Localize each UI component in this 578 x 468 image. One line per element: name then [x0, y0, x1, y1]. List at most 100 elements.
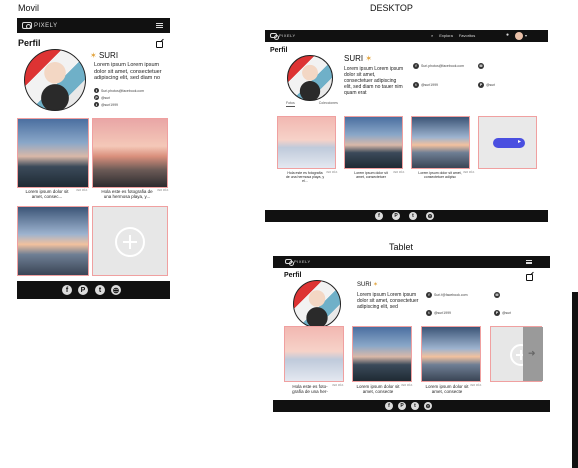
tab-fotos[interactable]: Fotos — [286, 101, 295, 107]
facebook-icon: f — [426, 292, 432, 298]
mobile-social-pinterest[interactable]: P @suri — [94, 95, 110, 100]
mobile-social-twitter[interactable]: t @suri1999 — [94, 102, 118, 107]
tablet-photo-1[interactable] — [284, 326, 344, 382]
desktop-page-title: Perfil — [270, 47, 288, 54]
mobile-footer-globe-icon[interactable]: ⊕ — [111, 285, 121, 295]
desktop-social-facebook[interactable]: f Suri.photos@facebook.com — [413, 63, 464, 69]
tablet-footer-globe-icon[interactable]: ⊕ — [424, 402, 432, 410]
tablet-footer-pinterest-icon[interactable]: P — [398, 402, 406, 410]
tablet-social-twitter[interactable]: t @suri1999 — [426, 310, 451, 316]
tablet-logo[interactable]: PIXELY — [285, 259, 311, 266]
desktop-footer — [265, 210, 548, 222]
facebook-icon: f — [94, 88, 99, 93]
desktop-caption-3: Lorem ipsum dolor sit amet, consectetuer… — [418, 171, 462, 179]
desktop-caption-tag-1[interactable]: VER MÁS — [326, 171, 337, 174]
sparkle-icon: ✶ — [373, 282, 379, 288]
pinterest-icon: P — [94, 95, 99, 100]
arrow-right-icon[interactable]: ➜ — [528, 348, 536, 359]
mobile-facebook-text: Suri.photos@facebook.com — [101, 88, 145, 93]
twitter-icon: t — [426, 310, 432, 316]
tablet-profile-description: Lorem ipsum Lorem ipsum dolor sit amet, … — [357, 292, 419, 310]
pinterest-icon: P — [478, 82, 484, 88]
plus-icon — [115, 227, 145, 257]
desktop-social-pinterest[interactable]: P @suri — [478, 82, 495, 88]
mobile-twitter-text: @suri1999 — [101, 102, 118, 107]
desktop-footer-globe-icon[interactable]: ⊕ — [426, 212, 434, 220]
desktop-add-photo[interactable]: ▸ — [478, 116, 537, 169]
mobile-caption-tag-2[interactable]: VER MÁS — [157, 189, 168, 192]
logo-text: PIXELY — [34, 22, 58, 29]
tablet-social-facebook[interactable]: f Suri.f@facebook.com — [426, 292, 468, 298]
tablet-page-title: Perfil — [284, 272, 302, 279]
desktop-logo[interactable]: PIXELY — [270, 33, 296, 40]
mobile-edit-icon[interactable] — [156, 41, 163, 48]
mobile-social-facebook[interactable]: f Suri.photos@facebook.com — [94, 88, 144, 93]
label-desktop: DESKTOP — [370, 3, 413, 13]
tablet-social-mail[interactable]: ✉ — [494, 292, 500, 298]
logo-text: PIXELY — [279, 33, 296, 38]
desktop-pinterest-text: @suri — [486, 83, 496, 87]
twitter-icon: t — [413, 82, 419, 88]
camera-icon — [270, 33, 279, 40]
nav-explore[interactable]: Explora — [439, 33, 453, 38]
tablet-pinterest-text: @suri — [502, 311, 512, 315]
mobile-footer-pinterest-icon[interactable]: P — [78, 285, 88, 295]
twitter-icon: t — [94, 102, 99, 107]
tablet-add-photo[interactable]: ➜ — [490, 326, 543, 382]
tablet-photo-3[interactable] — [421, 326, 481, 382]
desktop-footer-twitter-icon[interactable]: t — [409, 212, 417, 220]
desktop-caption-tag-3[interactable]: VER MÁS — [463, 171, 474, 174]
label-movil: Movil — [18, 3, 40, 13]
sparkle-icon: ✶ — [365, 54, 373, 63]
tablet-caption-tag-2[interactable]: VER MÁS — [401, 384, 412, 387]
pinterest-icon: P — [494, 310, 500, 316]
tablet-menu-icon[interactable] — [526, 260, 532, 264]
sparkle-icon: ✶ — [90, 51, 97, 60]
mobile-photo-3[interactable] — [17, 206, 89, 276]
mobile-footer-twitter-icon[interactable]: t — [95, 285, 105, 295]
desktop-photo-3[interactable] — [411, 116, 470, 169]
desktop-nav: ⌕ Explora Favoritos — [431, 33, 475, 38]
mobile-add-photo[interactable] — [92, 206, 168, 276]
desktop-caption-tag-2[interactable]: VER MÁS — [393, 171, 404, 174]
tablet-social-pinterest[interactable]: P @suri — [494, 310, 511, 316]
desktop-facebook-text: Suri.photos@facebook.com — [421, 64, 465, 68]
desktop-social-mail[interactable]: ✉ — [478, 63, 484, 69]
desktop-user-avatar[interactable] — [515, 32, 523, 40]
desktop-footer-facebook-icon[interactable]: f — [375, 212, 383, 220]
tab-colecciones[interactable]: Colecciones — [319, 101, 338, 107]
facebook-icon: f — [413, 63, 419, 69]
mobile-caption-tag-1[interactable]: VER MÁS — [76, 189, 87, 192]
right-edge-strip — [572, 292, 578, 468]
tablet-profile-name: SURI ✶ — [357, 281, 378, 288]
mobile-menu-icon[interactable] — [156, 23, 163, 28]
tablet-edit-icon[interactable] — [526, 274, 533, 281]
tablet-caption-2: Lorem ipsum dolor sit amet, consecte — [356, 384, 400, 394]
camera-icon — [285, 259, 294, 266]
mobile-logo[interactable]: PIXELY — [22, 22, 58, 29]
tablet-caption-tag-1[interactable]: VER MÁS — [332, 384, 343, 387]
camera-icon — [22, 22, 32, 29]
mail-icon: ✉ — [494, 292, 500, 298]
desktop-profile-description: Lorem ipsum Lorem ipsum dolor sit amet, … — [344, 66, 404, 96]
tablet-photo-2[interactable] — [352, 326, 412, 382]
mobile-name-text: SURI — [98, 51, 119, 60]
tablet-caption-tag-3[interactable]: VER MÁS — [470, 384, 481, 387]
desktop-bell-icon[interactable]: ● — [506, 32, 509, 38]
desktop-tabs: Fotos Colecciones — [286, 101, 338, 107]
mobile-photo-1[interactable] — [17, 118, 89, 188]
tablet-footer-facebook-icon[interactable]: f — [385, 402, 393, 410]
chevron-down-icon[interactable]: ▾ — [525, 33, 527, 38]
nav-favorites[interactable]: Favoritos — [459, 33, 475, 38]
desktop-photo-2[interactable] — [344, 116, 403, 169]
tablet-footer-twitter-icon[interactable]: t — [411, 402, 419, 410]
mobile-photo-2[interactable] — [92, 118, 168, 188]
tablet-twitter-text: @suri1999 — [434, 311, 451, 315]
desktop-footer-pinterest-icon[interactable]: P — [392, 212, 400, 220]
desktop-avatar — [287, 55, 333, 101]
search-icon[interactable]: ⌕ — [431, 33, 433, 38]
mobile-footer-facebook-icon[interactable]: f — [62, 285, 72, 295]
desktop-social-twitter[interactable]: t @suri1999 — [413, 82, 438, 88]
label-tablet: Tablet — [389, 242, 414, 252]
desktop-photo-1[interactable] — [277, 116, 336, 169]
